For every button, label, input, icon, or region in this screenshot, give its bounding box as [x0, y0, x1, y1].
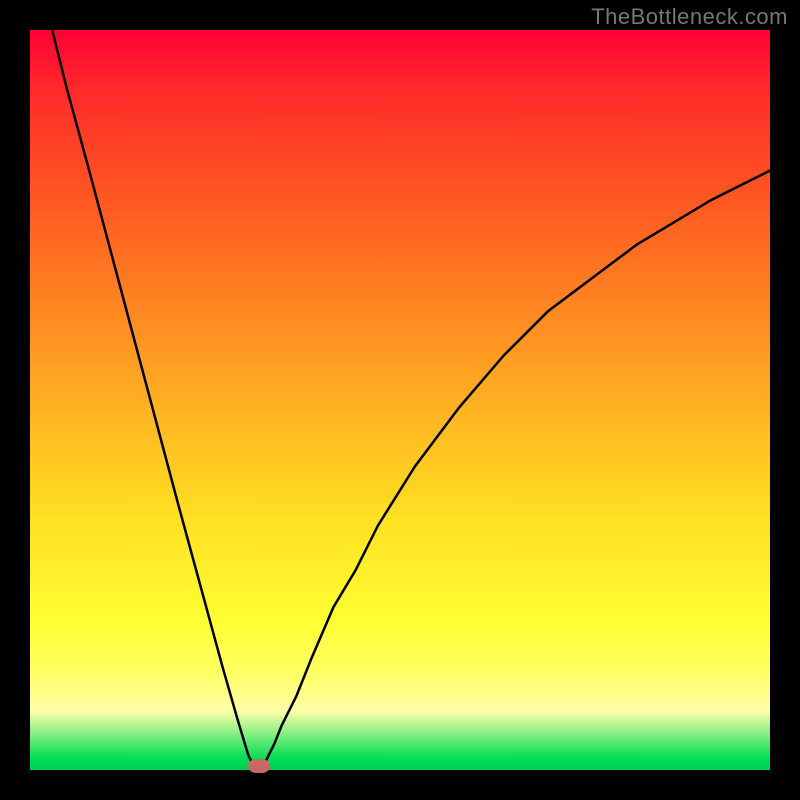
- chart-container: TheBottleneck.com: [0, 0, 800, 800]
- minimum-marker: [248, 759, 270, 773]
- plot-area: [30, 30, 770, 770]
- watermark-text: TheBottleneck.com: [591, 4, 788, 30]
- right-branch-curve: [263, 171, 770, 770]
- left-branch-curve: [52, 30, 256, 770]
- curve-svg: [30, 30, 770, 770]
